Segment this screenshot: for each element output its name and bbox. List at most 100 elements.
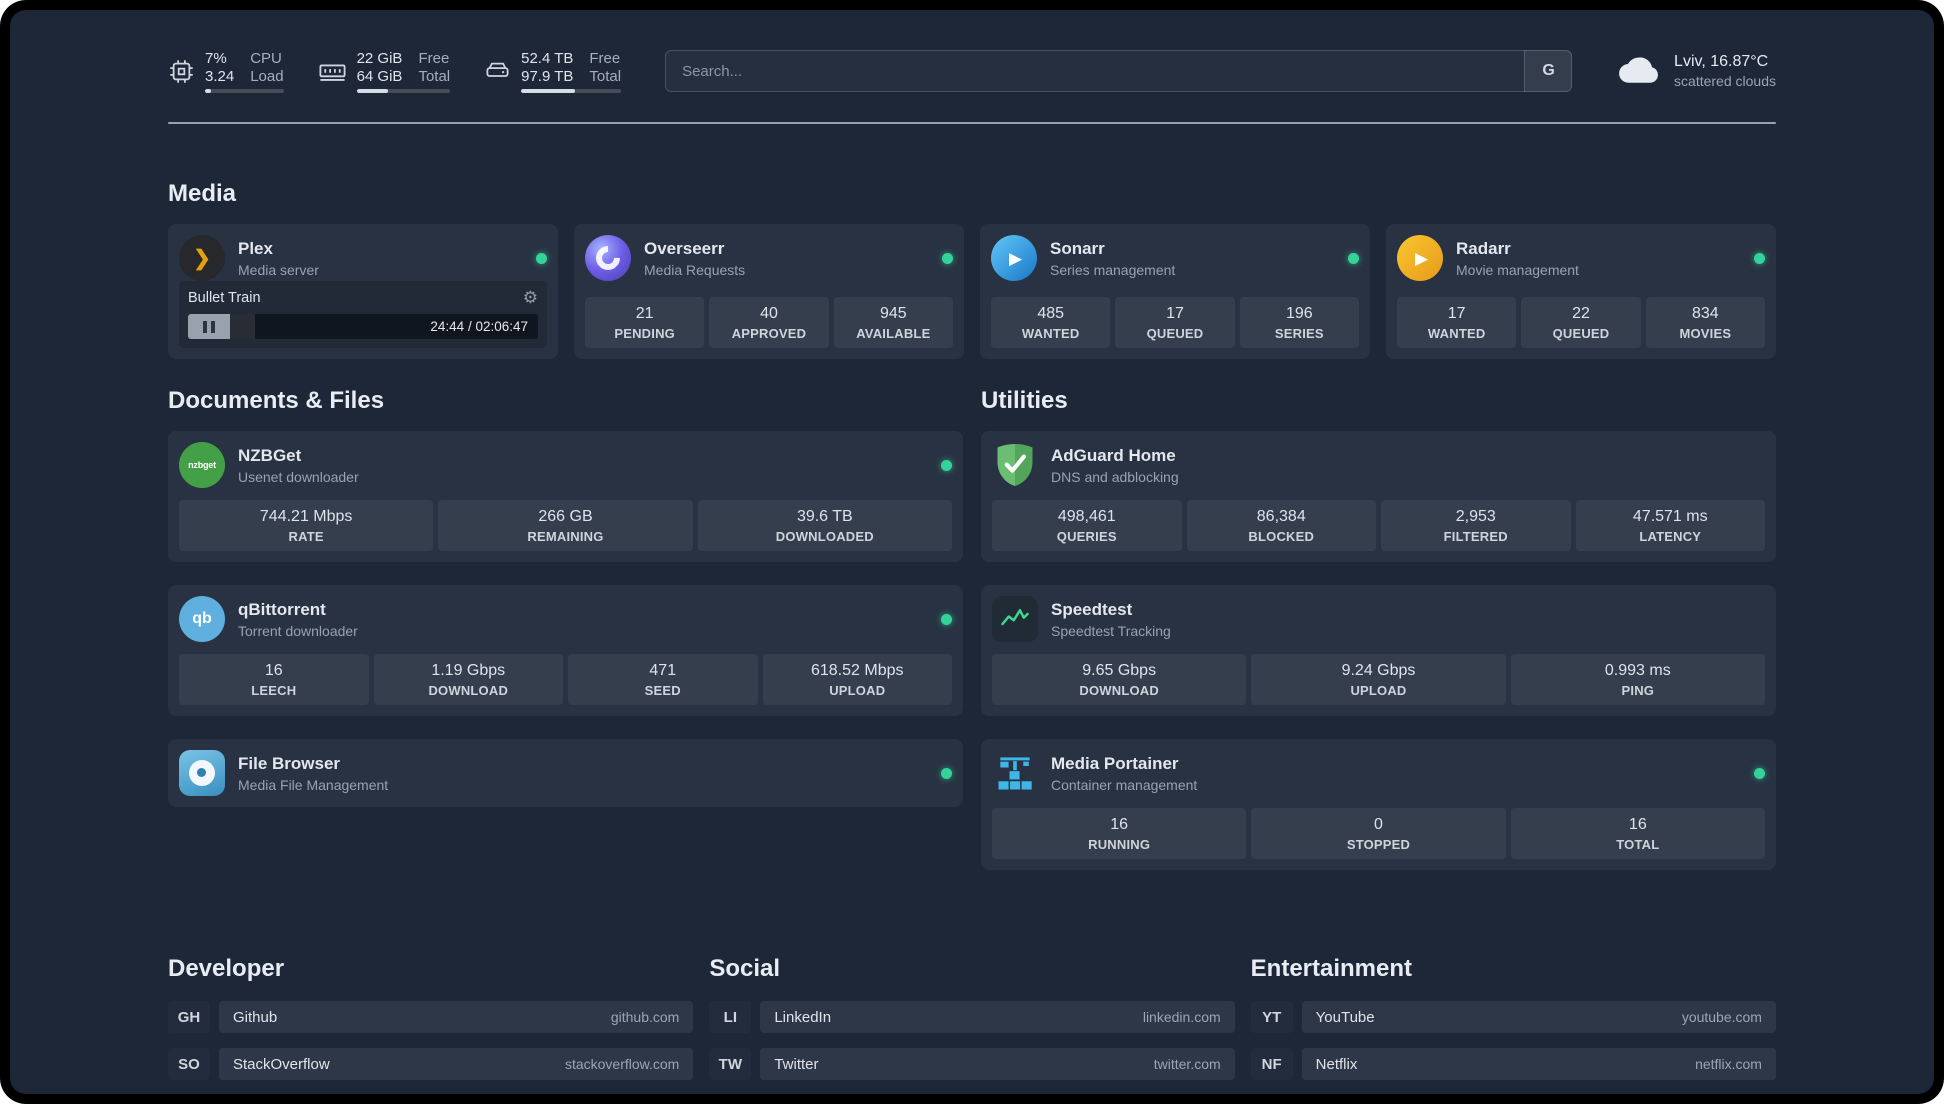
service-subtitle: Media File Management [238, 776, 389, 793]
stat-download: 9.65 Gbps DOWNLOAD [992, 654, 1247, 705]
disk-progress-bar [521, 88, 622, 93]
stat-wanted: 485 WANTED [991, 297, 1111, 348]
status-dot [941, 767, 952, 779]
cpu-load-label: Load [250, 67, 284, 85]
stat-downloaded: 39.6 TB DOWNLOADED [697, 500, 952, 551]
bookmark-abbr: SO [168, 1048, 210, 1080]
disk-icon [484, 58, 511, 85]
speedtest-icon [992, 596, 1038, 642]
search-bar: G [665, 50, 1573, 92]
stat-ping: 0.993 ms PING [1510, 654, 1765, 705]
service-card-plex[interactable]: ❯ Plex Media server Bullet Train ⚙ 24:44… [168, 224, 558, 359]
service-subtitle: Container management [1051, 776, 1198, 793]
playback-time: 24:44 / 02:06:47 [430, 319, 528, 334]
disk-total-label: Total [589, 67, 622, 85]
service-name: Plex [238, 238, 273, 258]
service-subtitle: Movie management [1456, 261, 1579, 278]
service-card-sonarr[interactable]: ▶ Sonarr Series management 485 WANTED 17 Q… [980, 224, 1370, 359]
service-card-overseerr[interactable]: Overseerr Media Requests 21 PENDING 40 APP… [574, 224, 964, 359]
service-card-nzbget[interactable]: nzbget NZBGet Usenet downloader 744.21 M… [168, 431, 963, 562]
stat-queued: 17 QUEUED [1115, 297, 1235, 348]
service-name: Media Portainer [1051, 753, 1179, 773]
bookmark-group-social: Social LI LinkedIn linkedin.com TW Twitte… [709, 955, 1235, 1094]
system-resources: 7% CPU 3.24 Load 22 GiB Free 64 GiB Tota… [168, 49, 622, 93]
pause-button[interactable] [188, 314, 230, 339]
service-name: Radarr [1456, 238, 1511, 258]
bookmark-group-entertainment: Entertainment YT YouTube youtube.com NF N… [1251, 955, 1776, 1094]
stat-latency: 47.571 ms LATENCY [1575, 500, 1765, 551]
stat-running: 16 RUNNING [992, 808, 1247, 859]
now-playing-title: Bullet Train [188, 289, 261, 306]
bookmark-name: LinkedIn [774, 1008, 832, 1026]
bookmark-stackoverflow[interactable]: SO StackOverflow stackoverflow.com [168, 1048, 694, 1080]
stat-upload: 618.52 Mbps UPLOAD [762, 654, 952, 705]
memory-widget: 22 GiB Free 64 GiB Total [318, 50, 451, 93]
stat-remaining: 266 GB REMAINING [438, 500, 693, 551]
service-subtitle: DNS and adblocking [1051, 468, 1179, 485]
service-card-speedtest[interactable]: Speedtest Speedtest Tracking 9.65 Gbps DO… [981, 585, 1776, 716]
search-provider-button[interactable]: G [1524, 50, 1573, 92]
stat-rate: 744.21 Mbps RATE [179, 500, 434, 551]
memory-total-label: Total [418, 67, 451, 85]
stat-available: 945 AVAILABLE [833, 297, 953, 348]
stat-filtered: 2,953 FILTERED [1381, 500, 1571, 551]
service-subtitle: Torrent downloader [238, 622, 358, 639]
stat-wanted: 17 WANTED [1397, 297, 1517, 348]
service-card-filebrowser[interactable]: File Browser Media File Management [168, 739, 963, 807]
section-title-social: Social [709, 955, 781, 982]
bookmark-linkedin[interactable]: LI LinkedIn linkedin.com [709, 1001, 1235, 1033]
bookmark-github[interactable]: GH Github github.com [168, 1001, 694, 1033]
section-title-utilities: Utilities [981, 387, 1068, 414]
service-card-portainer[interactable]: Media Portainer Container management 16 R… [981, 739, 1776, 870]
memory-free-label: Free [418, 49, 450, 67]
bookmark-url: twitter.com [1153, 1056, 1221, 1072]
service-subtitle: Media Requests [644, 261, 746, 278]
cpu-icon [168, 58, 195, 85]
service-subtitle: Usenet downloader [238, 468, 359, 485]
disk-total: 97.9 TB [521, 67, 574, 85]
weather-condition: scattered clouds [1674, 73, 1776, 89]
bookmark-twitter[interactable]: TW Twitter twitter.com [709, 1048, 1235, 1080]
status-dot [1348, 252, 1359, 264]
disk-widget: 52.4 TB Free 97.9 TB Total [484, 49, 622, 93]
service-card-qbittorrent[interactable]: qb qBittorrent Torrent downloader 16 LEEC… [168, 585, 963, 716]
bookmark-name: Twitter [774, 1055, 819, 1073]
section-title-documents: Documents & Files [168, 387, 385, 414]
overseerr-icon [585, 235, 631, 281]
plex-icon: ❯ [179, 235, 225, 281]
playback-progress-bar[interactable]: 24:44 / 02:06:47 [188, 314, 538, 339]
service-card-radarr[interactable]: ▶ Radarr Movie management 17 WANTED 22 QUE… [1386, 224, 1776, 359]
service-name: AdGuard Home [1051, 445, 1176, 465]
documents-column: Documents & Files nzbget NZBGet Usenet d… [168, 387, 963, 893]
memory-icon [318, 57, 347, 86]
top-bar: 7% CPU 3.24 Load 22 GiB Free 64 GiB Tota… [168, 44, 1776, 98]
status-dot [536, 252, 547, 264]
stat-download: 1.19 Gbps DOWNLOAD [373, 654, 563, 705]
header-divider [168, 122, 1776, 124]
bookmark-name: YouTube [1315, 1008, 1375, 1026]
cpu-label: CPU [250, 49, 282, 67]
bookmark-youtube[interactable]: YT YouTube youtube.com [1251, 1001, 1776, 1033]
bookmark-netflix[interactable]: NF Netflix netflix.com [1251, 1048, 1776, 1080]
sonarr-icon: ▶ [991, 235, 1037, 281]
stat-upload: 9.24 Gbps UPLOAD [1251, 654, 1506, 705]
search-input[interactable] [665, 50, 1573, 92]
disk-free-label: Free [589, 49, 621, 67]
weather-widget: Lviv, 16.87°C scattered clouds [1616, 53, 1776, 90]
adguard-icon [992, 442, 1038, 488]
filebrowser-icon [179, 750, 225, 796]
service-name: NZBGet [238, 445, 302, 465]
bookmark-name: Netflix [1315, 1055, 1358, 1073]
stat-total: 16 TOTAL [1510, 808, 1765, 859]
bookmark-abbr: GH [168, 1001, 210, 1033]
service-name: Speedtest [1051, 599, 1133, 619]
bookmark-url: linkedin.com [1142, 1009, 1221, 1025]
section-title-entertainment: Entertainment [1250, 955, 1413, 982]
service-card-adguard[interactable]: AdGuard Home DNS and adblocking 498,461 Q… [981, 431, 1776, 562]
service-subtitle: Media server [238, 261, 319, 278]
service-subtitle: Series management [1050, 261, 1176, 278]
service-name: qBittorrent [238, 599, 326, 619]
gear-icon[interactable]: ⚙ [523, 289, 538, 306]
window-frame: 7% CPU 3.24 Load 22 GiB Free 64 GiB Tota… [0, 0, 1944, 1104]
service-name: Overseerr [644, 238, 725, 258]
